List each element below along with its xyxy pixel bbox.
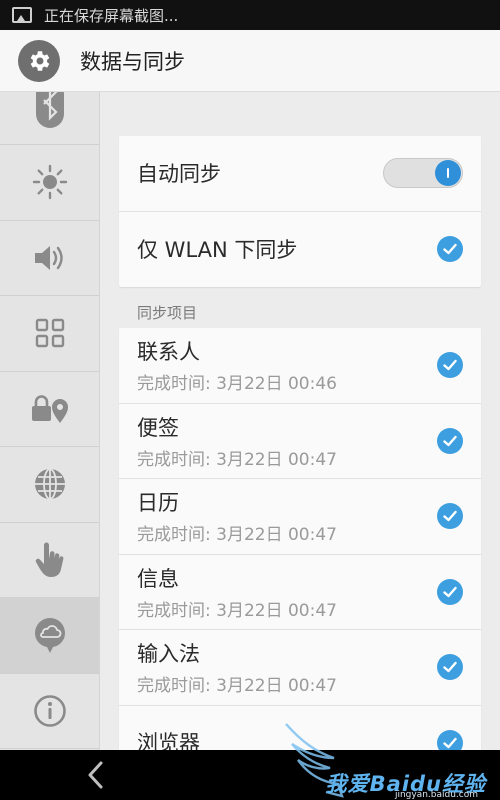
auto-sync-toggle[interactable] bbox=[383, 158, 463, 189]
sidebar-item-data-sync[interactable] bbox=[0, 598, 99, 674]
sync-settings-card: 自动同步 仅 WLAN 下同步 bbox=[119, 136, 481, 287]
back-button[interactable] bbox=[86, 760, 106, 790]
toggle-knob bbox=[435, 160, 461, 187]
wlan-only-label: 仅 WLAN 下同步 bbox=[137, 238, 298, 263]
status-bar: 正在保存屏幕截图... bbox=[0, 0, 500, 30]
image-icon bbox=[12, 7, 32, 23]
sync-item-status: 完成时间: 3月22日 00:47 bbox=[137, 449, 337, 470]
touch-hand-icon bbox=[35, 542, 63, 577]
title-bar: 数据与同步 bbox=[0, 30, 500, 92]
globe-icon bbox=[34, 468, 65, 501]
apps-grid-icon bbox=[35, 319, 64, 348]
sidebar-item-sound[interactable] bbox=[0, 221, 99, 296]
sync-item-status: 完成时间: 3月22日 00:47 bbox=[137, 676, 337, 697]
checkmark-icon[interactable] bbox=[437, 730, 463, 750]
sync-items-list: 联系人完成时间: 3月22日 00:46 便签完成时间: 3月22日 00:47… bbox=[119, 328, 481, 750]
checkmark-icon[interactable] bbox=[437, 503, 463, 530]
auto-sync-label: 自动同步 bbox=[137, 162, 221, 187]
checkmark-icon[interactable] bbox=[437, 236, 463, 263]
watermark-url: jingyan.baidu.com bbox=[394, 790, 478, 800]
checkmark-icon[interactable] bbox=[437, 427, 463, 454]
status-text: 正在保存屏幕截图... bbox=[44, 6, 179, 25]
list-item[interactable]: 日历完成时间: 3月22日 00:47 bbox=[119, 479, 481, 555]
list-item[interactable]: 便签完成时间: 3月22日 00:47 bbox=[119, 404, 481, 479]
bluetooth-icon bbox=[35, 92, 64, 128]
sync-item-status: 完成时间: 3月22日 00:47 bbox=[137, 600, 337, 621]
sync-item-status: 完成时间: 3月22日 00:46 bbox=[137, 374, 337, 395]
sidebar-item-security-location[interactable] bbox=[0, 372, 99, 447]
sidebar-item-gestures[interactable] bbox=[0, 523, 99, 598]
lock-location-icon bbox=[31, 395, 68, 423]
cloud-sync-icon bbox=[34, 618, 65, 654]
sidebar-item-bluetooth[interactable] bbox=[0, 92, 99, 145]
volume-icon bbox=[34, 245, 63, 270]
settings-gear-icon[interactable] bbox=[18, 39, 60, 82]
sidebar bbox=[0, 92, 100, 750]
checkmark-icon[interactable] bbox=[437, 654, 463, 681]
sidebar-item-display[interactable] bbox=[0, 145, 99, 221]
sync-item-status: 完成时间: 3月22日 00:47 bbox=[137, 525, 337, 546]
sync-item-name: 输入法 bbox=[137, 642, 200, 667]
sync-items-header: 同步项目 bbox=[137, 304, 198, 322]
wlan-only-row[interactable]: 仅 WLAN 下同步 bbox=[119, 212, 481, 288]
sync-item-name: 日历 bbox=[137, 491, 179, 516]
list-item[interactable]: 输入法完成时间: 3月22日 00:47 bbox=[119, 630, 481, 706]
sidebar-item-language[interactable] bbox=[0, 447, 99, 523]
sync-item-name: 便签 bbox=[137, 415, 179, 440]
list-item[interactable]: 联系人完成时间: 3月22日 00:46 bbox=[119, 328, 481, 404]
sidebar-item-apps[interactable] bbox=[0, 296, 99, 372]
page-title: 数据与同步 bbox=[80, 49, 185, 74]
sync-item-name: 信息 bbox=[137, 566, 179, 591]
auto-sync-row[interactable]: 自动同步 bbox=[119, 136, 481, 212]
brightness-icon bbox=[32, 165, 67, 200]
main-panel: 自动同步 仅 WLAN 下同步 同步项目 联系人完成时间: 3月22日 00:4… bbox=[100, 92, 500, 750]
chevron-left-icon bbox=[88, 761, 103, 789]
sync-item-name: 联系人 bbox=[137, 340, 200, 365]
info-icon bbox=[33, 694, 66, 727]
checkmark-icon[interactable] bbox=[437, 352, 463, 379]
sidebar-item-about[interactable] bbox=[0, 674, 99, 749]
list-item[interactable]: 信息完成时间: 3月22日 00:47 bbox=[119, 555, 481, 630]
checkmark-icon[interactable] bbox=[437, 578, 463, 605]
sync-item-name: 浏览器 bbox=[137, 730, 200, 750]
